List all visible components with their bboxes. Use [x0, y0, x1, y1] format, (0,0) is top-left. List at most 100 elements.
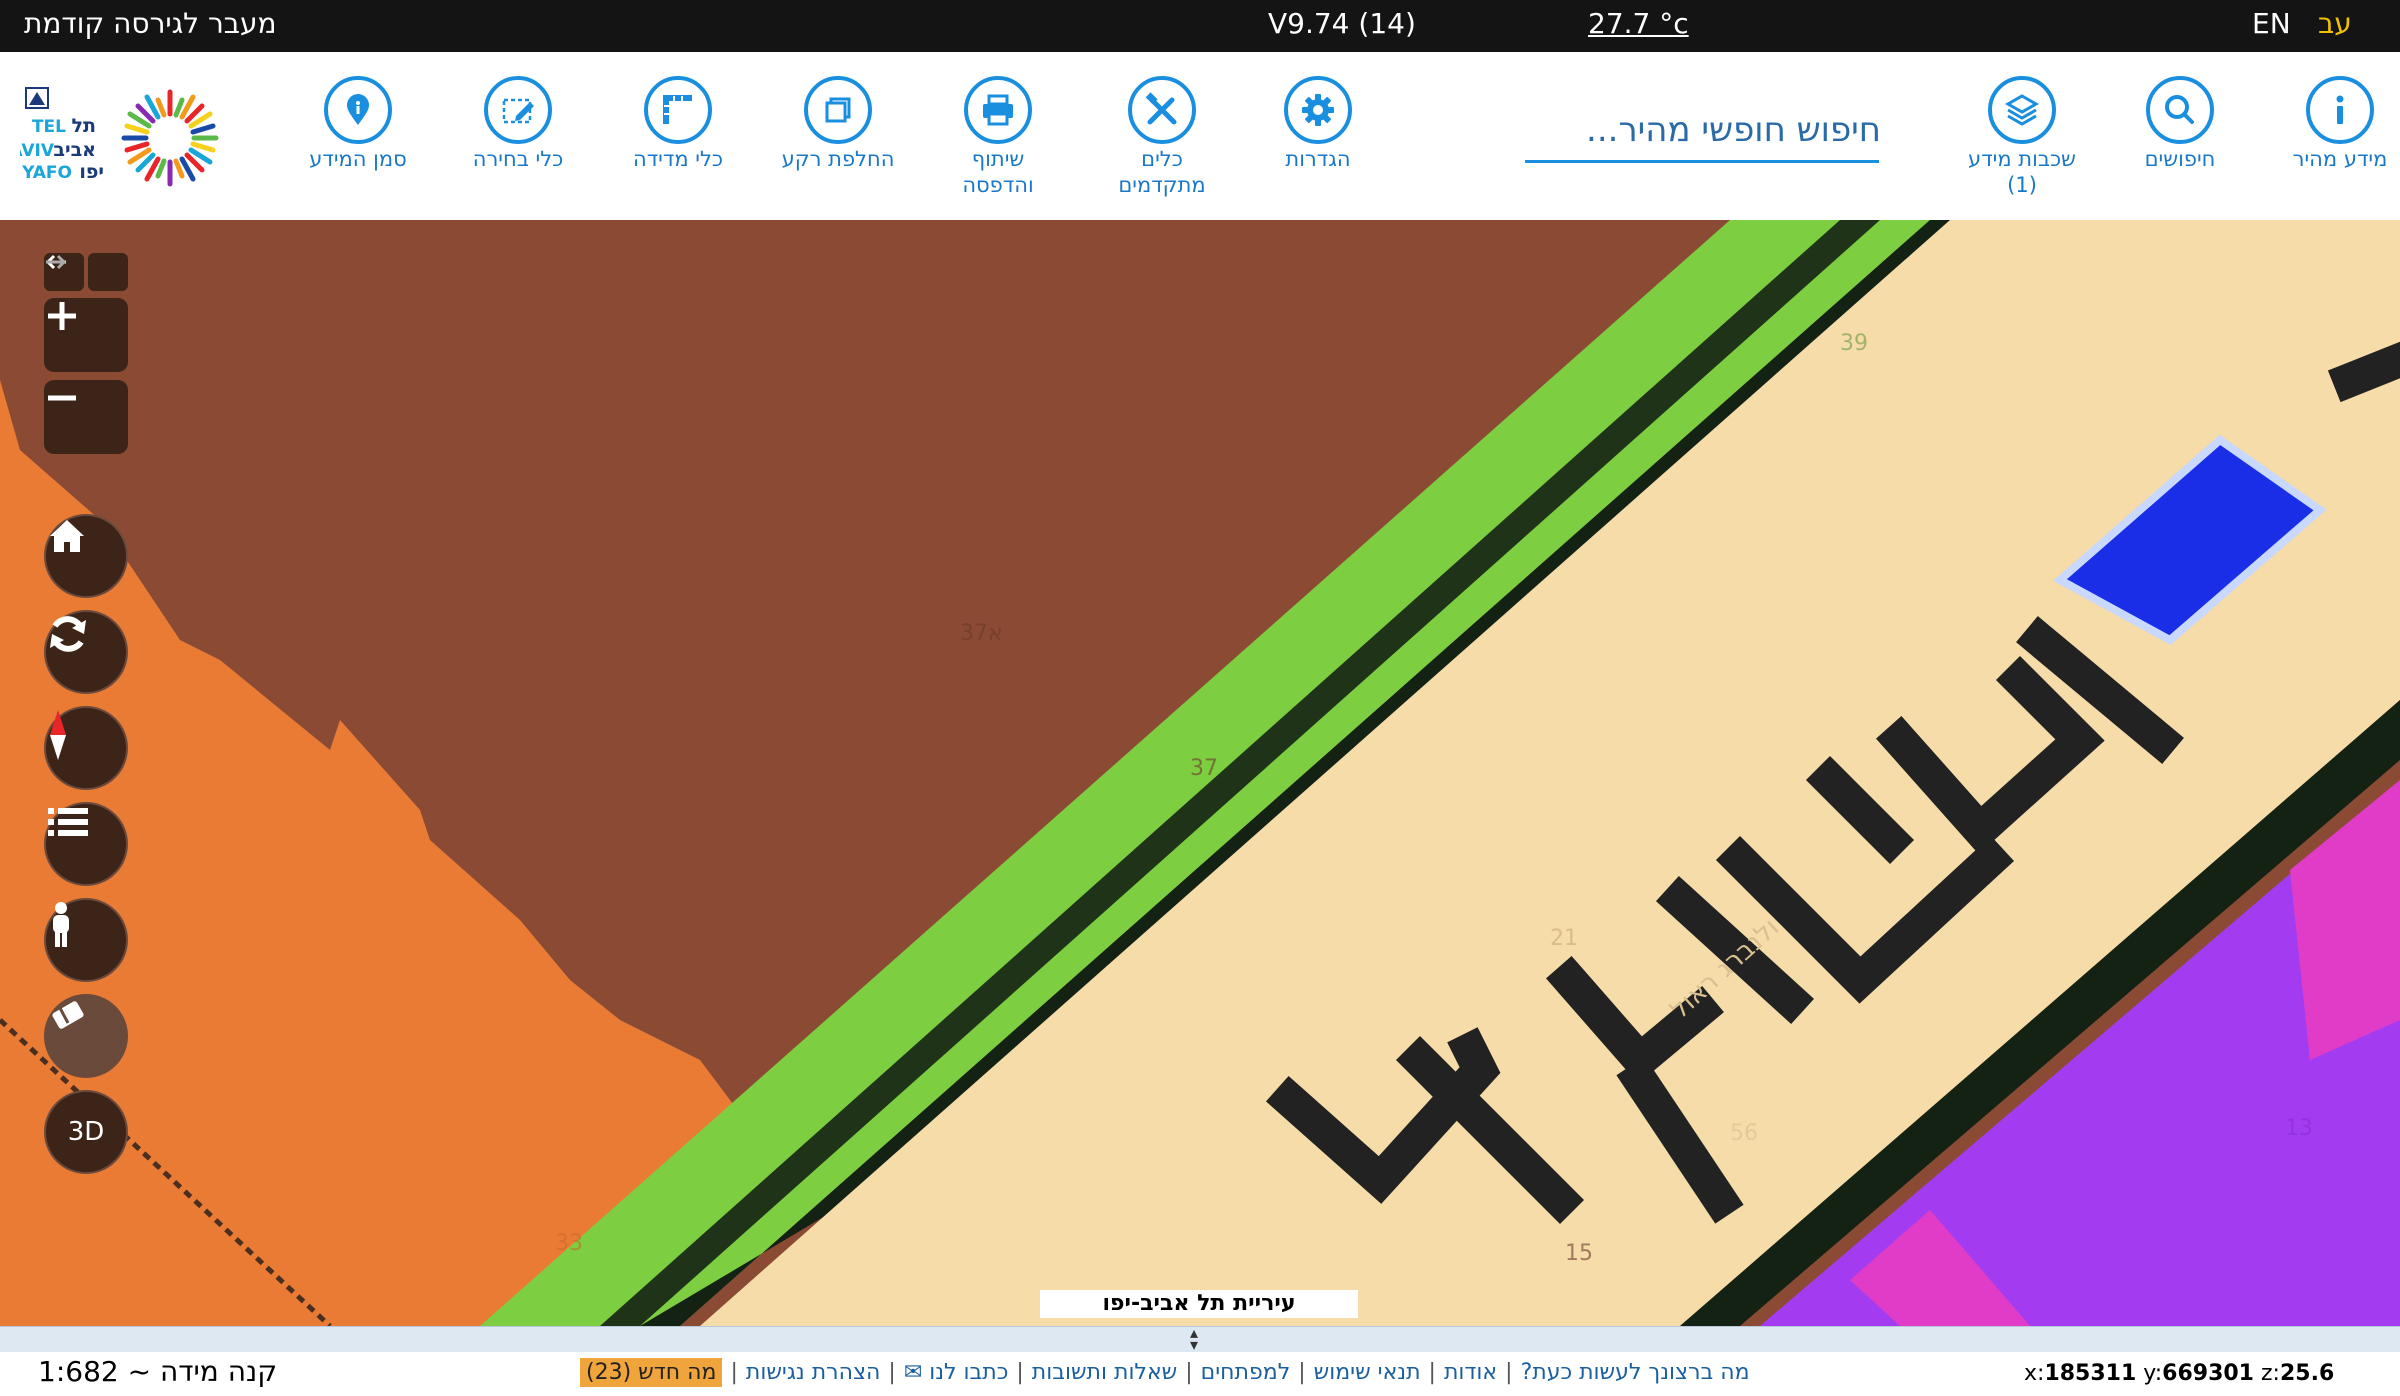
layers-label: שכבות מידע (1): [1968, 147, 2076, 197]
parcel-label: 56: [1730, 1121, 1758, 1146]
zoom-in-button[interactable]: [44, 298, 128, 372]
gear-icon: [1284, 76, 1352, 144]
coordinates-readout: x:185311 y:669301 z:25.6: [2024, 1352, 2334, 1396]
parcel-label: 37: [1190, 756, 1218, 781]
measure-button[interactable]: כלי מדידה: [588, 76, 768, 172]
advanced-tools-label: כלים מתקדמים: [1118, 147, 1206, 197]
footer-link-faq[interactable]: שאלות ותשובות: [1032, 1360, 1177, 1385]
info-marker-button[interactable]: סמן המידע: [268, 76, 448, 172]
history-controls: [44, 253, 128, 291]
home-button[interactable]: [44, 514, 128, 598]
parcel-label: 39: [1840, 331, 1868, 356]
settings-button[interactable]: הגדרות: [1228, 76, 1408, 172]
x-label: x:: [2024, 1361, 2045, 1386]
logo-text-aviv-he: אביב: [53, 139, 96, 161]
logo-text-yafo-en: YAFO: [21, 163, 72, 183]
person-icon: [53, 902, 69, 947]
printer-icon: [964, 76, 1032, 144]
footer-link-what-to-do[interactable]: מה ברצונך לעשות כעת?: [1521, 1360, 1750, 1385]
logo-text-tel-en: TEL: [32, 117, 66, 137]
status-footer: קנה מידה ~ 1:682 מה ברצונך לעשות כעת? | א…: [0, 1352, 2400, 1392]
separator: |: [730, 1359, 738, 1385]
quick-search-input[interactable]: [1525, 102, 1883, 158]
compass-icon: [50, 710, 66, 760]
clear-button[interactable]: [44, 994, 128, 1078]
separator: |: [1185, 1359, 1193, 1385]
pen-select-icon: [484, 76, 552, 144]
footer-link-terms[interactable]: תנאי שימוש: [1314, 1360, 1421, 1385]
language-english-link[interactable]: EN: [2252, 0, 2291, 52]
zoom-out-button[interactable]: [44, 380, 128, 454]
3d-view-button[interactable]: 3D: [44, 1090, 128, 1174]
legend-button[interactable]: [44, 802, 128, 886]
parcel-label: 33: [555, 1231, 583, 1256]
quick-info-button[interactable]: מידע מהיר: [2250, 76, 2400, 172]
footer-link-developers[interactable]: למפתחים: [1201, 1360, 1291, 1385]
version-label: V9.74 (14): [1268, 7, 1416, 40]
plus-icon: [48, 302, 76, 330]
temperature-link[interactable]: 27.7 °c: [1588, 0, 1689, 52]
3d-label: 3D: [67, 1117, 105, 1147]
panel-resize-handle[interactable]: ▴ ▾: [0, 1323, 2400, 1354]
logo-text-aviv-en: AVIV: [20, 141, 55, 161]
separator: |: [1298, 1359, 1306, 1385]
y-label: y:: [2143, 1361, 2163, 1386]
separator: |: [1016, 1359, 1024, 1385]
tel-aviv-logo[interactable]: תל TEL אביב AVIV YAFO יפו: [9, 72, 250, 200]
home-icon: [50, 520, 84, 552]
search-icon: [2146, 76, 2214, 144]
select-tool-button[interactable]: כלי בחירה: [428, 76, 608, 172]
searches-button[interactable]: חיפושים: [2090, 76, 2270, 172]
whats-new-badge[interactable]: מה חדש (23): [580, 1357, 723, 1387]
eraser-icon: [52, 1001, 84, 1029]
layers-icon: [1988, 76, 2056, 144]
y-value: 669301: [2162, 1361, 2254, 1386]
forward-button[interactable]: [46, 253, 128, 291]
quick-search: [1525, 102, 1883, 163]
footer-link-accessibility[interactable]: הצהרת נגישות: [746, 1360, 881, 1385]
compass-button[interactable]: [44, 706, 128, 790]
parcel-label: 21: [1550, 926, 1578, 951]
refresh-button[interactable]: [44, 610, 128, 694]
searches-label: חיפושים: [2144, 147, 2216, 171]
basemap-label: החלפת רקע: [781, 147, 895, 171]
layers-button[interactable]: שכבות מידע (1): [1932, 76, 2112, 198]
tools-icon: [1128, 76, 1196, 144]
share-print-button[interactable]: שיתוף והדפסה: [908, 76, 1088, 198]
scale-readout: קנה מידה ~ 1:682: [38, 1355, 278, 1388]
basemap-button[interactable]: החלפת רקע: [748, 76, 928, 172]
list-icon: [48, 808, 88, 836]
advanced-tools-button[interactable]: כלים מתקדמים: [1072, 76, 1252, 198]
main-toolbar: מידע מהיר חיפושים שכבות מידע (1) הגדרות …: [0, 52, 2400, 221]
map-canvas[interactable]: 37א 37 39 21 15 13 33 56 ולנברג ראול 3D …: [0, 220, 2400, 1326]
parcel-label: 13: [2285, 1116, 2313, 1141]
street-view-button[interactable]: [44, 898, 128, 982]
footer-links: מה ברצונך לעשות כעת? | אודות | תנאי שימוש |…: [580, 1354, 1750, 1390]
parcel-label: 15: [1565, 1241, 1593, 1266]
basemap-icon: [804, 76, 872, 144]
z-label: z:: [2261, 1361, 2280, 1386]
sunburst-logo-icon: [121, 89, 219, 187]
language-hebrew-link[interactable]: עב: [2318, 0, 2352, 52]
refresh-icon: [50, 616, 86, 652]
resize-arrows-icon: ▴ ▾: [1190, 1323, 1199, 1354]
z-value: 25.6: [2279, 1361, 2335, 1386]
info-marker-label: סמן המידע: [309, 147, 407, 171]
share-print-label: שיתוף והדפסה: [962, 147, 1034, 197]
separator: |: [888, 1359, 896, 1385]
separator: |: [1428, 1359, 1436, 1385]
map-pin-icon: [324, 76, 392, 144]
footer-link-contact[interactable]: כתבו לנו ✉: [904, 1360, 1009, 1385]
footer-link-about[interactable]: אודות: [1444, 1360, 1497, 1385]
logo-text-tel-he: תל: [72, 115, 96, 137]
separator: |: [1505, 1359, 1513, 1385]
city-emblem-icon: [25, 87, 49, 109]
minus-icon: [48, 395, 76, 401]
top-bar: מעבר לגירסה קודמת V9.74 (14) 27.7 °c EN …: [0, 0, 2400, 52]
quick-info-label: מידע מהיר: [2292, 147, 2388, 171]
previous-version-link[interactable]: מעבר לגירסה קודמת: [24, 0, 277, 52]
parcel-label: 37א: [960, 621, 1003, 646]
info-icon: [2306, 76, 2374, 144]
select-tool-label: כלי בחירה: [472, 147, 564, 171]
map-graphics: 37א 37 39 21 15 13 33 56 ולנברג ראול: [0, 220, 2400, 1326]
